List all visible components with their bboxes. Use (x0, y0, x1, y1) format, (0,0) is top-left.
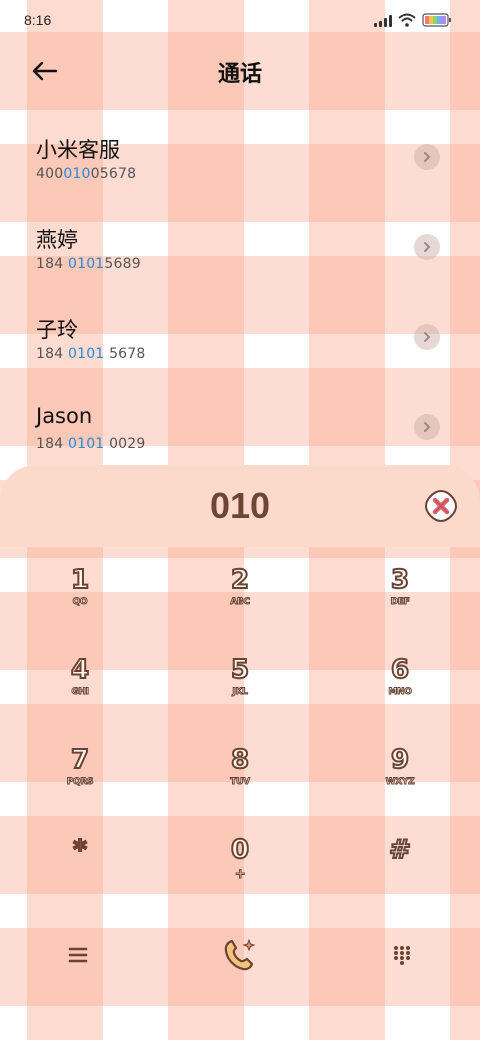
contact-list: 小米客服 40001005678 燕婷 184 01015689 子玲 184 … (0, 118, 480, 478)
contact-detail-button[interactable] (414, 144, 440, 170)
contact-number: 184 0101 5678 (36, 346, 146, 362)
menu-icon (68, 947, 88, 963)
contact-number: 40001005678 (36, 166, 137, 182)
key-6[interactable]: 6 MNO (320, 654, 480, 745)
list-item[interactable]: 燕婷 184 01015689 (0, 208, 480, 298)
menu-button[interactable] (58, 935, 98, 975)
delete-button[interactable] (424, 489, 458, 523)
wifi-icon (398, 13, 416, 27)
chevron-right-icon (424, 422, 431, 432)
list-item[interactable]: 子玲 184 0101 5678 (0, 298, 480, 388)
contact-number: 184 0101 0029 (36, 436, 146, 452)
key-hash[interactable]: # (320, 834, 480, 925)
call-icon (224, 938, 256, 971)
status-time: 8:16 (24, 12, 52, 28)
dialer-panel: 010 1 QO 2 ABC 3 DEF 4 GHI 5 JKL 6 MNO 7 PQRS 8… (0, 465, 480, 1040)
contact-name: 子玲 (36, 318, 78, 342)
status-bar: 8:16 (0, 0, 480, 40)
contact-name: 小米客服 (36, 138, 120, 162)
call-button[interactable] (220, 935, 260, 975)
keypad-grid-icon (394, 946, 410, 965)
contact-detail-button[interactable] (414, 234, 440, 260)
contact-number: 184 01015689 (36, 256, 141, 272)
key-4[interactable]: 4 GHI (0, 654, 160, 745)
key-8[interactable]: 8 TUV (160, 744, 320, 835)
contact-name: 燕婷 (36, 228, 78, 252)
digits-bar: 010 (0, 465, 480, 547)
key-5[interactable]: 5 JKL (160, 654, 320, 745)
key-3[interactable]: 3 DEF (320, 564, 480, 655)
contact-detail-button[interactable] (414, 324, 440, 350)
delete-icon (424, 489, 458, 523)
dialed-digits[interactable]: 010 (0, 485, 480, 527)
chevron-right-icon (424, 332, 431, 342)
status-icons (374, 13, 452, 27)
dialer-bottom-bar (0, 935, 480, 995)
chevron-right-icon (424, 242, 431, 252)
key-1[interactable]: 1 QO (0, 564, 160, 655)
signal-icon (374, 14, 392, 27)
key-0[interactable]: 0 + (160, 834, 320, 925)
header: 通话 (0, 44, 480, 96)
contact-detail-button[interactable] (414, 414, 440, 440)
battery-icon (422, 13, 451, 27)
contact-name: Jason (36, 404, 93, 428)
page-title: 通话 (217, 62, 262, 87)
key-2[interactable]: 2 ABC (160, 564, 320, 655)
keypad-toggle-button[interactable] (382, 935, 422, 975)
key-7[interactable]: 7 PQRS (0, 744, 160, 835)
key-star[interactable]: * (0, 834, 160, 925)
chevron-right-icon (424, 152, 431, 162)
key-9[interactable]: 9 WXYZ (320, 744, 480, 835)
list-item[interactable]: 小米客服 40001005678 (0, 118, 480, 208)
